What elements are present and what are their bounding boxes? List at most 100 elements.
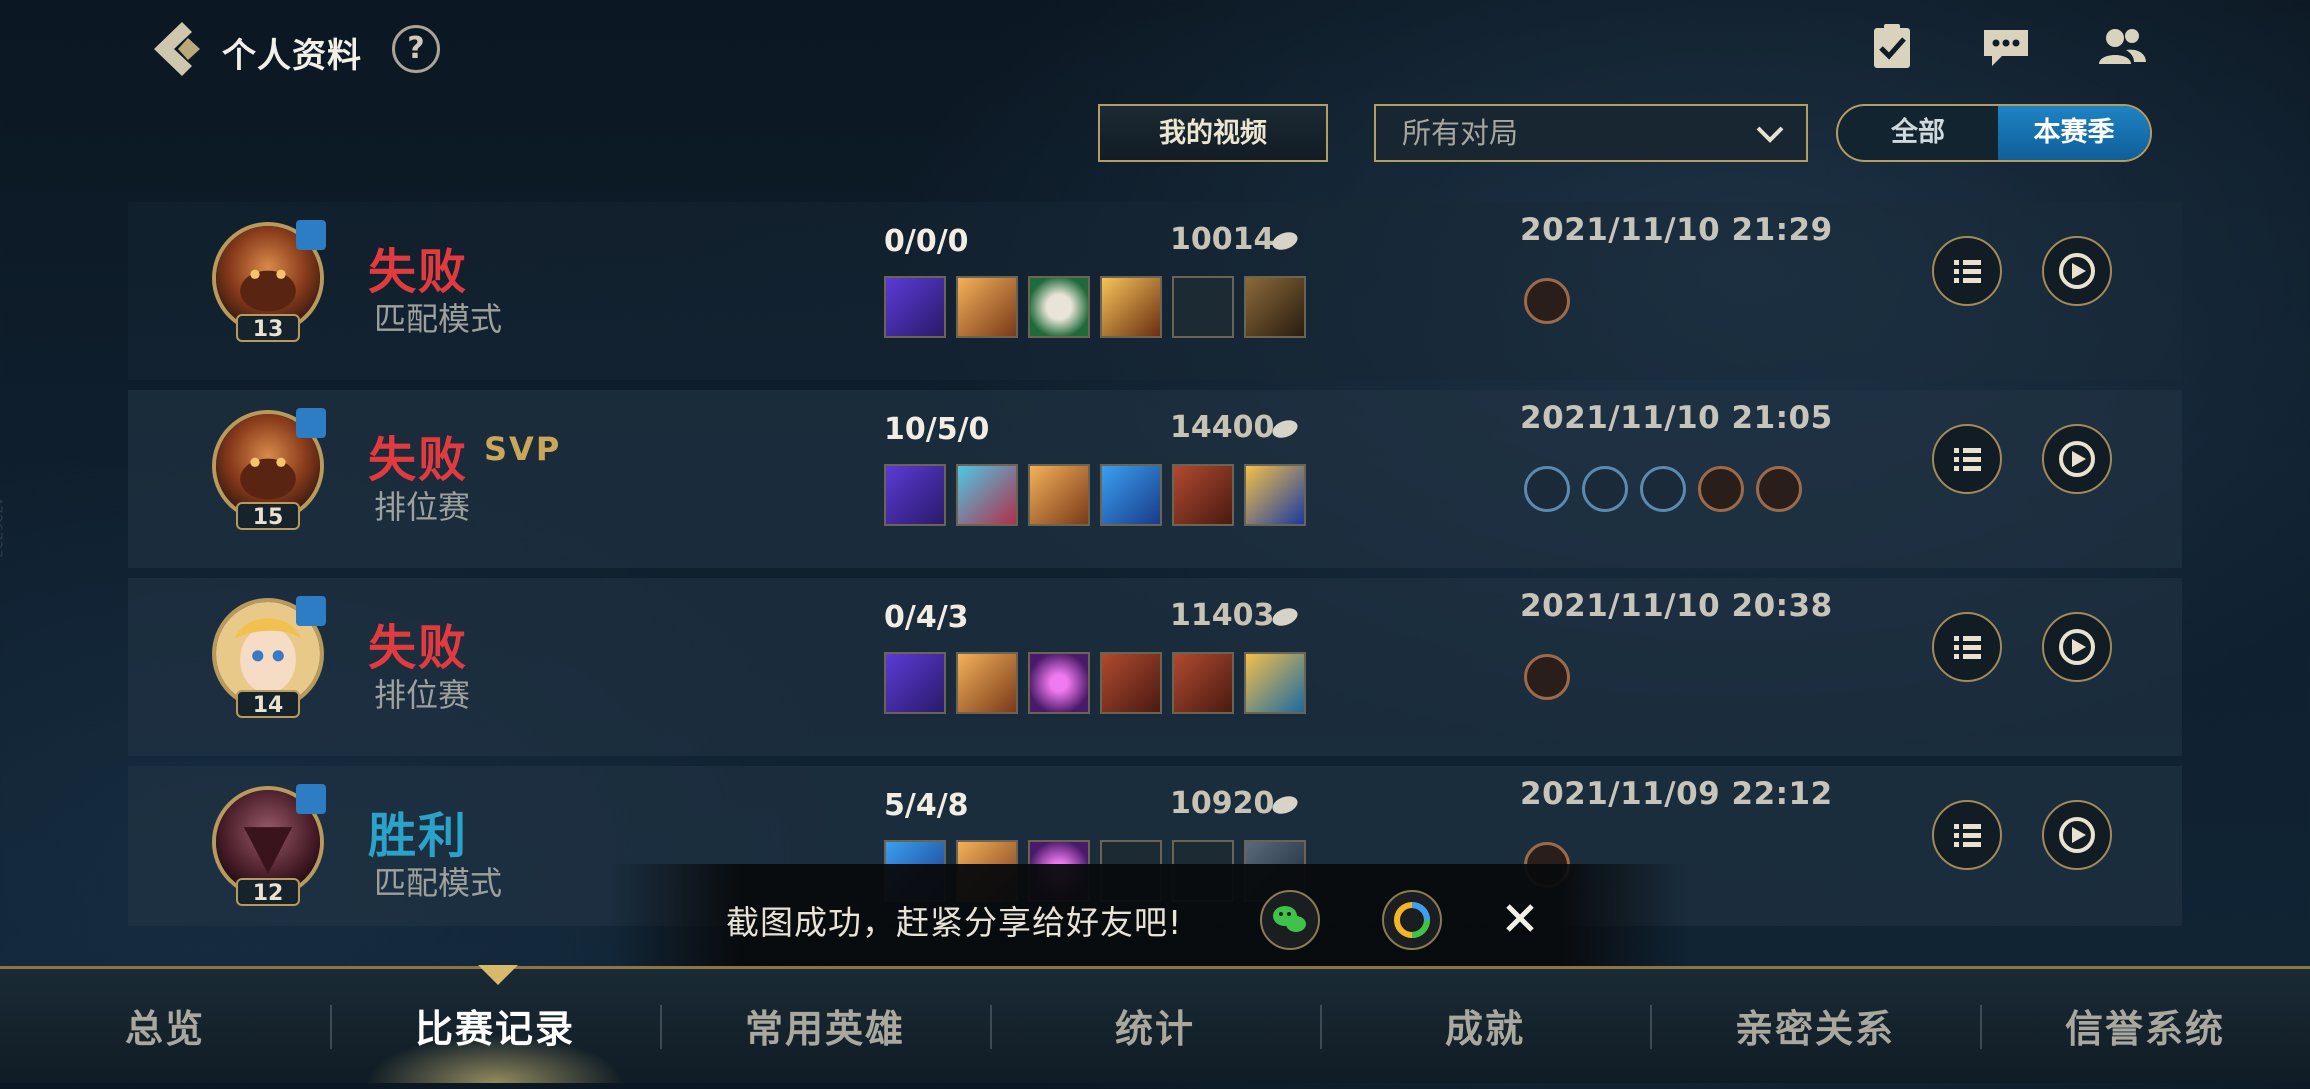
tab-favorite-heroes[interactable]: 常用英雄 [660, 969, 990, 1083]
match-result: 胜利 [368, 808, 469, 864]
match-mode: 匹配模式 [374, 300, 503, 338]
chevron-down-icon [1756, 126, 1784, 143]
match-result: 失败 [368, 620, 469, 676]
medal-icon [1640, 466, 1686, 512]
tab-statistics[interactable]: 统计 [990, 969, 1320, 1083]
medal-icon [1756, 466, 1802, 512]
moments-icon [1394, 902, 1430, 938]
moments-share-button[interactable] [1382, 890, 1442, 950]
season-toggle[interactable]: 全部 本赛季 [1836, 104, 2152, 162]
replay-icon [2059, 629, 2095, 665]
replay-button[interactable] [2042, 612, 2112, 682]
page-title: 个人资料 [222, 36, 362, 76]
wechat-icon [1273, 906, 1306, 932]
gold-icon [1272, 608, 1298, 626]
list-icon [1954, 448, 1981, 471]
tab-intimacy[interactable]: 亲密关系 [1650, 969, 1980, 1083]
gold-amount: 10014 [1170, 222, 1275, 257]
replay-icon [2059, 253, 2095, 289]
match-detail-button[interactable] [1932, 236, 2002, 306]
match-detail-button[interactable] [1932, 800, 2002, 870]
list-icon [1954, 260, 1981, 283]
replay-button[interactable] [2042, 424, 2112, 494]
replay-icon [2059, 441, 2095, 477]
gold-amount: 11403 [1170, 598, 1275, 633]
back-button[interactable] [148, 18, 208, 80]
tab-achievements[interactable]: 成就 [1320, 969, 1650, 1083]
share-toast: 截图成功，赶紧分享给好友吧! [610, 864, 1690, 972]
item-icon [1100, 652, 1162, 714]
kda: 0/0/0 [884, 224, 969, 259]
medal-icon [1698, 466, 1744, 512]
match-result: 失败 [368, 432, 469, 488]
medal-icon [1524, 466, 1570, 512]
toast-message: 截图成功，赶紧分享给好友吧! [726, 903, 1183, 942]
my-videos-button[interactable]: 我的视频 [1098, 104, 1328, 162]
tab-overview[interactable]: 总览 [0, 969, 330, 1083]
team-icon [296, 784, 326, 814]
match-row[interactable]: 13 失败 匹配模式 0/0/0 10014 2021/11/10 21:29 [128, 202, 2182, 380]
close-icon [1506, 904, 1534, 932]
gold-icon [1272, 420, 1298, 438]
task-icon[interactable] [1866, 22, 1918, 72]
friends-icon[interactable] [2096, 22, 2148, 72]
item-icon [1100, 276, 1162, 338]
segment-season[interactable]: 本赛季 [1998, 106, 2150, 160]
match-mode: 排位赛 [374, 676, 471, 714]
item-icon [1028, 276, 1090, 338]
svp-badge: SVP [484, 430, 562, 468]
hero-level: 13 [236, 314, 300, 342]
item-icon [1028, 652, 1090, 714]
back-arrow-icon [154, 22, 200, 76]
empty-item-slot [1172, 276, 1234, 338]
chat-icon[interactable] [1980, 22, 2032, 72]
match-date: 2021/11/09 22:12 [1520, 776, 1833, 812]
item-icon [1172, 652, 1234, 714]
side-id-watermark: 4726723 [0, 496, 4, 559]
list-icon [1954, 824, 1981, 847]
gold-icon [1272, 232, 1298, 250]
kda: 5/4/8 [884, 788, 969, 823]
item-icon [1244, 652, 1306, 714]
gold-icon [1272, 796, 1298, 814]
item-icon [884, 652, 946, 714]
match-mode: 匹配模式 [374, 864, 503, 902]
tab-match-history[interactable]: 比赛记录 [330, 969, 660, 1083]
item-icon [1028, 464, 1090, 526]
hero-level: 15 [236, 502, 300, 530]
item-icon [1244, 276, 1306, 338]
replay-button[interactable] [2042, 236, 2112, 306]
match-result: 失败 [368, 244, 469, 300]
match-mode: 排位赛 [374, 488, 471, 526]
hero-level: 12 [236, 878, 300, 906]
match-detail-button[interactable] [1932, 424, 2002, 494]
team-icon [296, 220, 326, 250]
list-icon [1954, 636, 1981, 659]
wechat-share-button[interactable] [1260, 890, 1320, 950]
hero-level: 14 [236, 690, 300, 718]
match-type-value: 所有对局 [1402, 116, 1519, 150]
medal-icon [1524, 278, 1570, 324]
item-icon [956, 652, 1018, 714]
gold-amount: 14400 [1170, 410, 1275, 445]
kda: 10/5/0 [884, 412, 990, 447]
match-date: 2021/11/10 20:38 [1520, 588, 1833, 624]
medal-icon [1524, 654, 1570, 700]
item-icon [884, 464, 946, 526]
item-icon [956, 464, 1018, 526]
tab-credit-system[interactable]: 信誉系统 [1980, 969, 2310, 1083]
team-icon [296, 596, 326, 626]
close-toast-button[interactable] [1500, 898, 1540, 938]
replay-icon [2059, 817, 2095, 853]
help-button[interactable]: ? [392, 25, 440, 73]
medal-icon [1582, 466, 1628, 512]
match-date: 2021/11/10 21:05 [1520, 400, 1833, 436]
match-date: 2021/11/10 21:29 [1520, 212, 1833, 248]
match-type-select[interactable]: 所有对局 [1374, 104, 1808, 162]
match-row[interactable]: 14 失败 排位赛 0/4/3 11403 2021/11/10 20:38 [128, 578, 2182, 756]
replay-button[interactable] [2042, 800, 2112, 870]
match-detail-button[interactable] [1932, 612, 2002, 682]
item-icon [1244, 464, 1306, 526]
segment-all[interactable]: 全部 [1838, 106, 1998, 160]
match-row[interactable]: 15 失败 SVP 排位赛 10/5/0 14400 2021/11/10 21… [128, 390, 2182, 568]
